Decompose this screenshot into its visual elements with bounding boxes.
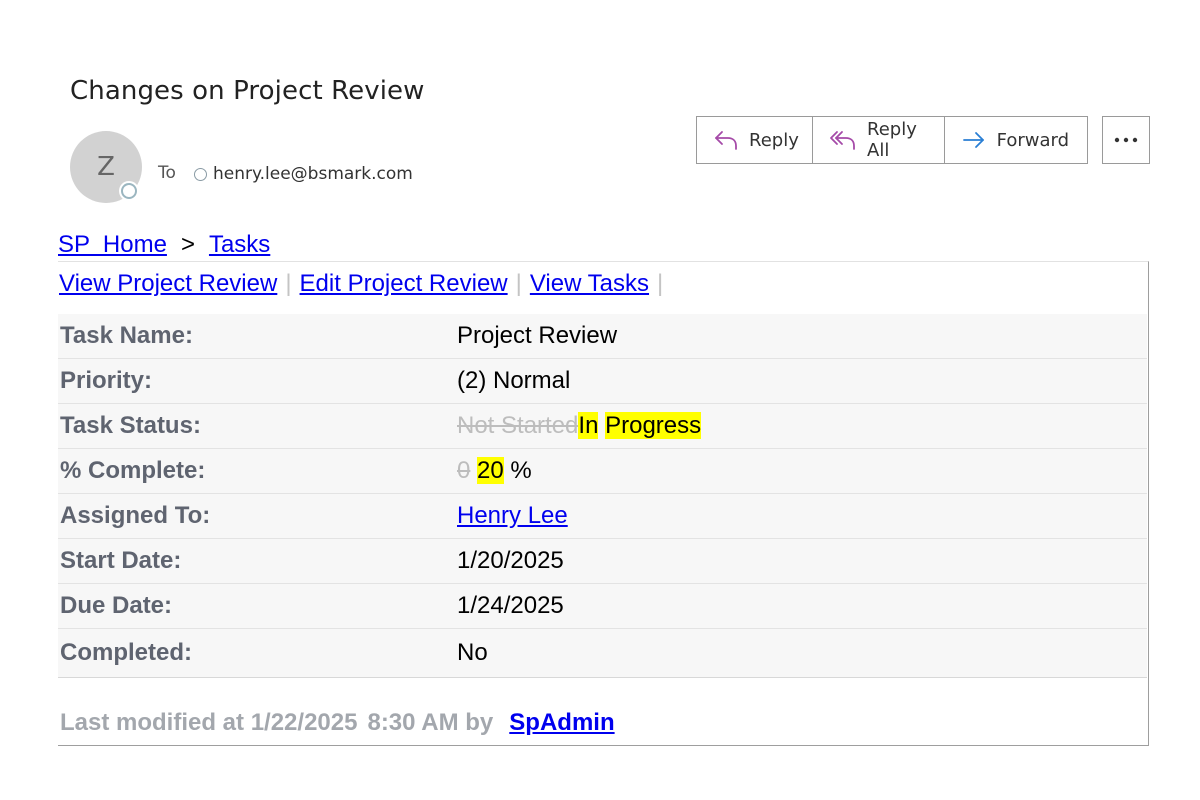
field-row-due-date: Due Date: 1/24/2025 (58, 584, 1147, 629)
message-actions: Reply Reply All Forward (696, 116, 1088, 164)
reply-label: Reply (749, 129, 799, 151)
field-label: Due Date: (60, 592, 173, 619)
task-change-card: View Project Review | Edit Project Revie… (58, 261, 1149, 746)
field-label: Priority: (60, 367, 153, 394)
assignee-link[interactable]: Henry Lee (457, 502, 568, 529)
field-value: 1/24/2025 (457, 592, 564, 619)
field-value: Project Review (457, 322, 618, 349)
field-value: No (457, 639, 488, 666)
view-item-link[interactable]: View Project Review (59, 270, 277, 298)
reply-button[interactable]: Reply (697, 117, 813, 163)
new-value: 20 (477, 457, 504, 484)
last-modified-date: Last modified at 1/22/2025 (60, 709, 358, 736)
field-row-percent-complete: % Complete: 0 20 % (58, 449, 1147, 494)
field-label: Task Status: (60, 412, 201, 439)
new-value: Progress (605, 412, 702, 439)
field-label: % Complete: (60, 457, 206, 484)
forward-label: Forward (996, 129, 1069, 151)
field-value: (2) Normal (457, 367, 571, 394)
field-value: 0 20 % (457, 457, 532, 485)
reply-all-icon (829, 128, 857, 152)
item-toolbar: View Project Review | Edit Project Revie… (59, 270, 671, 298)
reply-icon (713, 128, 739, 152)
toolbar-separator: | (515, 270, 522, 297)
last-modified: Last modified at 1/22/2025 8:30 AM by Sp… (60, 709, 615, 737)
to-label: To (158, 163, 176, 183)
modified-by-link[interactable]: SpAdmin (509, 709, 614, 737)
field-row-priority: Priority: (2) Normal (58, 359, 1147, 404)
email-subject: Changes on Project Review (70, 76, 425, 106)
field-value: Not StartedIn Progress (457, 412, 702, 440)
breadcrumb-separator: > (180, 231, 195, 258)
field-value: Henry Lee (457, 502, 568, 530)
field-label: Start Date: (60, 547, 182, 574)
more-actions-button[interactable] (1102, 116, 1150, 164)
forward-icon (961, 128, 987, 152)
view-tasks-link[interactable]: View Tasks (530, 270, 649, 298)
avatar-initial: Z (97, 152, 115, 182)
breadcrumb: SP Home > Tasks (58, 231, 270, 259)
field-row-assigned-to: Assigned To: Henry Lee (58, 494, 1147, 539)
toolbar-separator: | (285, 270, 292, 297)
recipient-presence-icon (194, 167, 207, 181)
breadcrumb-tasks-link[interactable]: Tasks (209, 231, 270, 259)
field-row-task-status: Task Status: Not StartedIn Progress (58, 404, 1147, 449)
edit-item-link[interactable]: Edit Project Review (300, 270, 508, 298)
field-row-completed: Completed: No (58, 629, 1147, 678)
field-value: 1/20/2025 (457, 547, 564, 574)
recipient-email: henry.lee@bsmark.com (213, 164, 413, 184)
forward-button[interactable]: Forward (945, 117, 1087, 163)
percent-unit: % (510, 457, 532, 484)
more-icon (1114, 131, 1138, 149)
reply-all-button[interactable]: Reply All (813, 117, 945, 163)
recipient-chip[interactable]: henry.lee@bsmark.com (194, 164, 413, 184)
old-value: 0 (457, 457, 471, 484)
field-label: Task Name: (60, 322, 193, 349)
field-label: Completed: (60, 639, 192, 666)
reply-all-label: Reply All (867, 119, 917, 161)
field-row-task-name: Task Name: Project Review (58, 314, 1147, 359)
old-value: Not Started (457, 412, 579, 439)
breadcrumb-home-link[interactable]: SP Home (58, 231, 167, 259)
field-row-start-date: Start Date: 1/20/2025 (58, 539, 1147, 584)
toolbar-separator: | (657, 270, 664, 297)
new-value: In (578, 412, 599, 439)
last-modified-time: 8:30 AM by (367, 709, 494, 736)
presence-status-icon (121, 183, 137, 199)
field-label: Assigned To: (60, 502, 211, 529)
task-fields: Task Name: Project Review Priority: (2) … (58, 314, 1147, 678)
